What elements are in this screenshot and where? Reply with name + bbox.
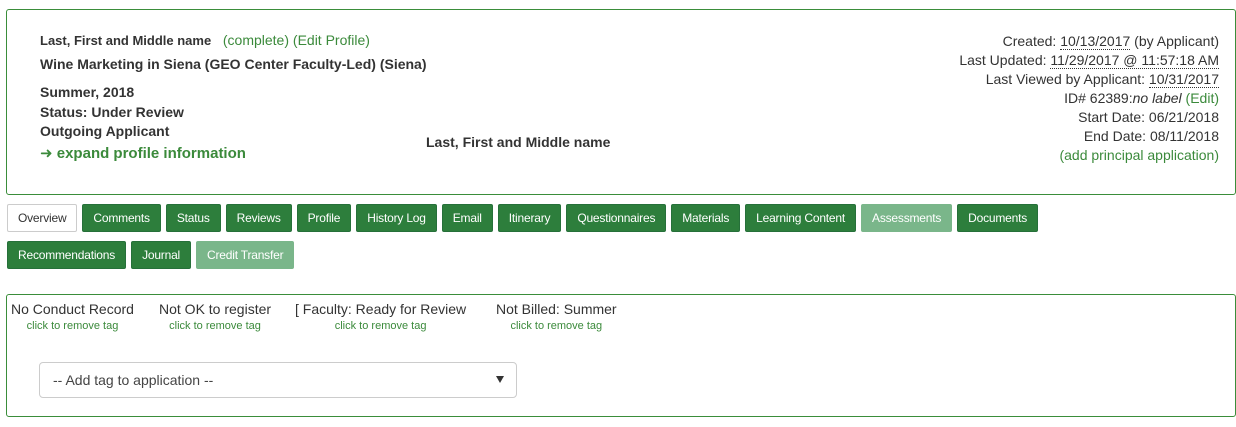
tag-name: Not Billed: Summer [496,301,617,317]
tab-questionnaires[interactable]: Questionnaires [566,204,667,232]
tag-name: Not OK to register [159,301,272,317]
complete-link[interactable]: (complete) [223,32,289,48]
tab-learning-content[interactable]: Learning Content [745,204,857,232]
application-meta: Created: 10/13/2017 (by Applicant) Last … [959,32,1219,165]
caret-down-icon [496,376,504,383]
tab-comments[interactable]: Comments [82,204,161,232]
tab-credit-transfer[interactable]: Credit Transfer [196,241,295,269]
remove-tag-link[interactable]: click to remove tag [295,320,466,332]
created-line: Created: 10/13/2017 (by Applicant) [1002,33,1219,50]
tabs-row-2: Recommendations Journal Credit Transfer [7,241,295,269]
updated-date: 11/29/2017 @ 11:57:18 AM [1050,52,1219,69]
tag-name: No Conduct Record [11,301,134,317]
status-text: Status: Under Review [40,104,184,120]
tab-reviews[interactable]: Reviews [225,204,292,232]
tab-recommendations[interactable]: Recommendations [7,241,127,269]
tag-name: [ Faculty: Ready for Review [295,301,467,317]
tabs-row-1: Overview Comments Status Reviews Profile… [7,204,1039,232]
viewed-line: Last Viewed by Applicant: 10/31/2017 [985,71,1219,88]
end-date: End Date: 08/11/2018 [1083,128,1219,144]
term: Summer, 2018 [40,84,135,100]
remove-tag-link[interactable]: click to remove tag [11,320,134,332]
tag-panel: No Conduct Record click to remove tag No… [6,294,1236,417]
applicant-type: Outgoing Applicant [40,123,170,139]
tag-item: Not Billed: Summer click to remove tag [496,301,617,332]
viewed-date: 10/31/2017 [1148,71,1219,88]
program-name: Wine Marketing in Siena (GEO Center Facu… [40,56,427,72]
tab-overview[interactable]: Overview [7,204,78,232]
tab-email[interactable]: Email [441,204,493,232]
add-tag-select[interactable]: -- Add tag to application -- [39,362,517,398]
edit-id-link[interactable]: (Edit) [1182,90,1219,106]
edit-profile-link[interactable]: (Edit Profile) [293,32,370,48]
expand-profile-label: expand profile information [56,145,246,162]
add-principal-application-link[interactable]: (add principal application) [1059,147,1219,163]
id-line: ID# 62389:no label (Edit) [1064,90,1219,106]
tab-journal[interactable]: Journal [131,241,192,269]
tag-item: [ Faculty: Ready for Review click to rem… [295,301,466,332]
expand-profile-link[interactable]: ➜ expand profile information [40,144,246,162]
remove-tag-link[interactable]: click to remove tag [496,320,617,332]
tab-profile[interactable]: Profile [296,204,352,232]
arrow-right-icon: ➜ [40,145,53,162]
name-line: Last, First and Middle name (complete) (… [40,32,370,48]
tab-history-log[interactable]: History Log [356,204,437,232]
tab-materials[interactable]: Materials [671,204,741,232]
profile-header-panel: Last, First and Middle name (complete) (… [6,9,1236,195]
tab-itinerary[interactable]: Itinerary [497,204,562,232]
tab-assessments[interactable]: Assessments [861,204,953,232]
start-date: Start Date: 06/21/2018 [1078,109,1219,125]
remove-tag-link[interactable]: click to remove tag [159,320,271,332]
created-date: 10/13/2017 [1060,33,1131,50]
tag-item: No Conduct Record click to remove tag [11,301,134,332]
center-name: Last, First and Middle name [426,134,611,150]
tag-item: Not OK to register click to remove tag [159,301,271,332]
applicant-name: Last, First and Middle name [40,33,212,48]
tab-documents[interactable]: Documents [957,204,1039,232]
add-tag-select-value: -- Add tag to application -- [53,372,214,388]
updated-line: Last Updated: 11/29/2017 @ 11:57:18 AM [959,52,1219,69]
tab-status[interactable]: Status [165,204,221,232]
id-label-value: no label [1132,90,1182,106]
